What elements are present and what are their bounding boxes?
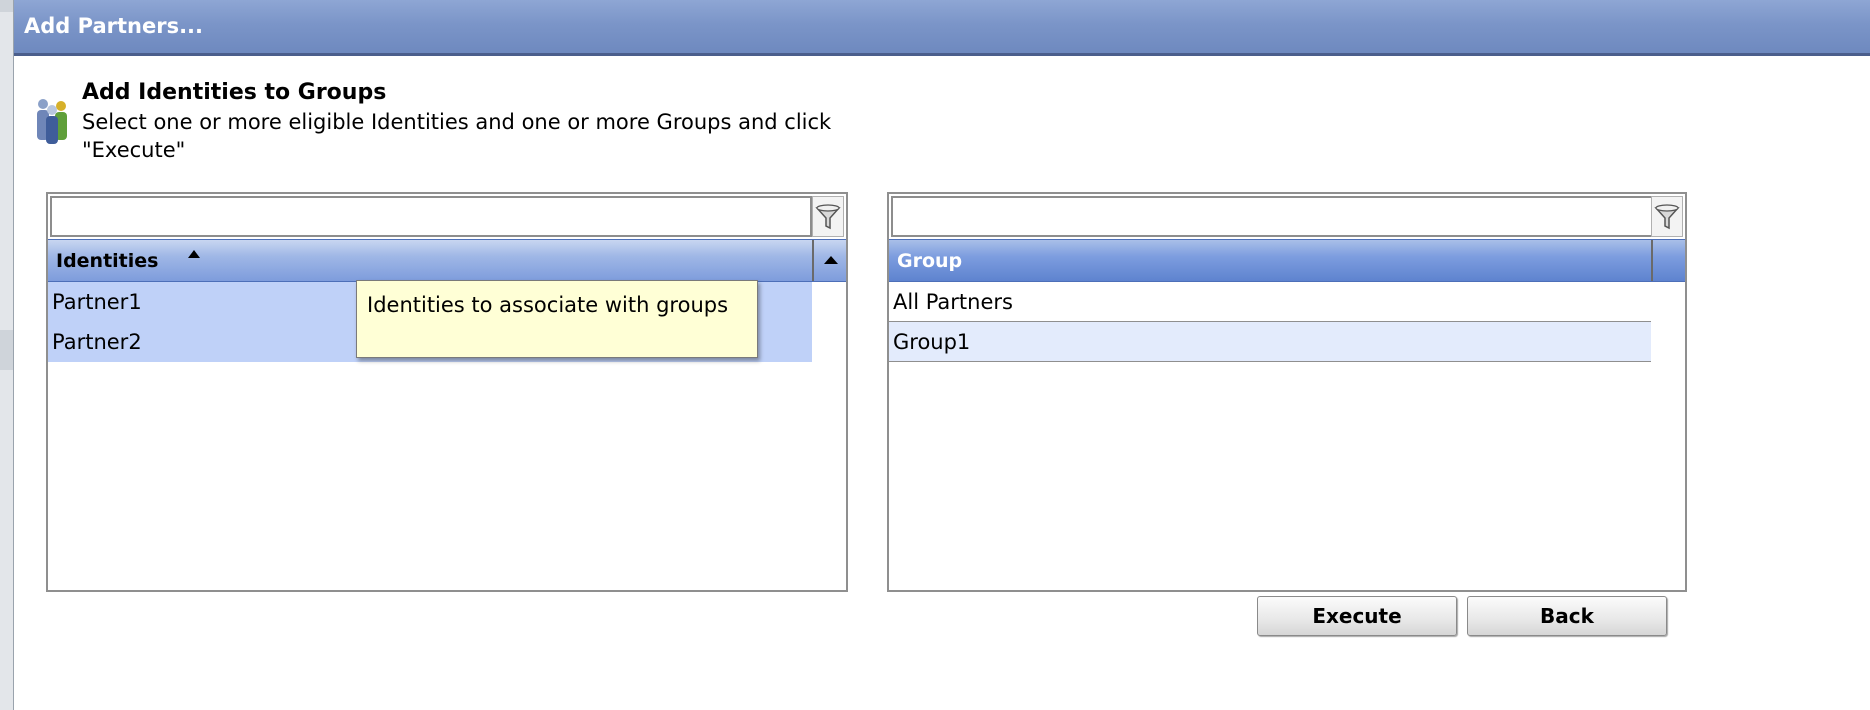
groups-column-header[interactable]: Group — [889, 239, 1685, 282]
people-icon — [37, 99, 67, 144]
groups-filter-input[interactable] — [891, 196, 1653, 237]
funnel-icon — [1654, 204, 1680, 230]
groups-panel: Group All Partners Group1 — [887, 192, 1687, 592]
dialog-titlebar[interactable]: Add Partners... — [14, 0, 1870, 56]
list-item[interactable]: All Partners — [889, 282, 1651, 322]
sort-ascending-icon — [188, 250, 200, 258]
arrow-up-icon — [824, 256, 838, 264]
identities-panel: Identities Partner1 Partner2 — [46, 192, 848, 592]
dialog-title: Add Partners... — [24, 14, 204, 38]
groups-column-label: Group — [897, 250, 963, 272]
identities-filter-button[interactable] — [812, 196, 844, 237]
identities-column-header[interactable]: Identities — [48, 239, 846, 282]
add-partners-dialog: Add Partners... Add Identities to Groups… — [14, 0, 1870, 710]
tooltip: Identities to associate with groups — [356, 280, 758, 358]
back-button[interactable]: Back — [1467, 596, 1667, 636]
identities-column-label: Identities — [56, 250, 159, 272]
identities-filter-row — [48, 194, 846, 239]
groups-filter-row — [889, 194, 1685, 239]
background-app-edge — [0, 0, 14, 710]
execute-button[interactable]: Execute — [1257, 596, 1457, 636]
groups-filter-button[interactable] — [1651, 196, 1683, 237]
funnel-icon — [815, 204, 841, 230]
identities-filter-input[interactable] — [50, 196, 812, 237]
list-item[interactable]: Group1 — [889, 322, 1651, 362]
page-description: Select one or more eligible Identities a… — [82, 110, 832, 162]
page-title: Add Identities to Groups — [82, 80, 387, 105]
groups-header-scroll-cap — [1651, 240, 1685, 281]
groups-list: All Partners Group1 — [889, 282, 1651, 362]
scroll-up-button[interactable] — [812, 240, 846, 281]
